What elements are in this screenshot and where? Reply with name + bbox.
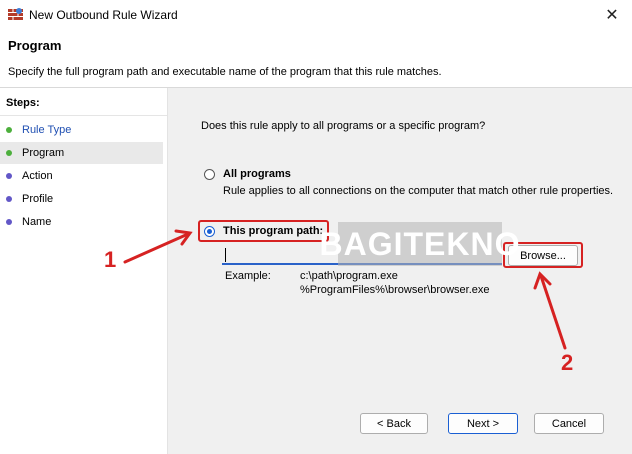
step-program[interactable]: Program <box>0 142 163 164</box>
steps-panel: Steps: Rule Type Program Action Profile … <box>0 88 168 454</box>
steps-heading: Steps: <box>6 97 40 109</box>
back-button[interactable]: < Back <box>360 413 428 434</box>
step-label: Profile <box>22 193 54 205</box>
close-icon: ✕ <box>605 7 619 24</box>
step-label: Program <box>22 147 65 159</box>
example-path-1: c:\path\program.exe <box>300 270 398 282</box>
step-current-icon <box>6 150 12 156</box>
step-pending-icon <box>6 219 12 225</box>
step-done-icon <box>6 127 12 133</box>
this-program-label[interactable]: This program path: <box>223 225 323 237</box>
close-button[interactable]: ✕ <box>592 0 632 30</box>
example-path-2: %ProgramFiles%\browser\browser.exe <box>300 284 490 296</box>
this-program-radio[interactable] <box>204 226 215 237</box>
firewall-icon <box>8 8 23 20</box>
title-bar: New Outbound Rule Wizard ✕ <box>0 0 632 30</box>
step-label: Rule Type <box>22 124 72 136</box>
text-caret <box>225 248 226 262</box>
page-subtitle: Specify the full program path and execut… <box>8 66 442 78</box>
steps-divider <box>0 115 167 116</box>
step-rule-type[interactable]: Rule Type <box>0 119 163 141</box>
step-label: Name <box>22 216 52 228</box>
step-profile: Profile <box>0 188 163 210</box>
wizard-header: Program Specify the full program path an… <box>0 30 632 88</box>
all-programs-description: Rule applies to all connections on the c… <box>223 185 614 197</box>
all-programs-radio[interactable] <box>204 169 215 180</box>
annotation-number-2: 2 <box>561 350 574 375</box>
step-pending-icon <box>6 173 12 179</box>
cancel-button[interactable]: Cancel <box>534 413 604 434</box>
watermark: BAGITEKNO <box>320 222 520 266</box>
question-text: Does this rule apply to all programs or … <box>201 120 486 132</box>
all-programs-label[interactable]: All programs <box>223 168 291 180</box>
page-title: Program <box>8 38 62 53</box>
wizard-content: Does this rule apply to all programs or … <box>168 88 632 454</box>
step-name: Name <box>0 211 163 233</box>
step-pending-icon <box>6 196 12 202</box>
annotation-number-1: 1 <box>104 247 117 272</box>
step-action: Action <box>0 165 163 187</box>
next-button[interactable]: Next > <box>448 413 518 434</box>
step-label: Action <box>22 170 53 182</box>
example-label: Example: <box>225 270 271 282</box>
window-title: New Outbound Rule Wizard <box>29 8 178 22</box>
